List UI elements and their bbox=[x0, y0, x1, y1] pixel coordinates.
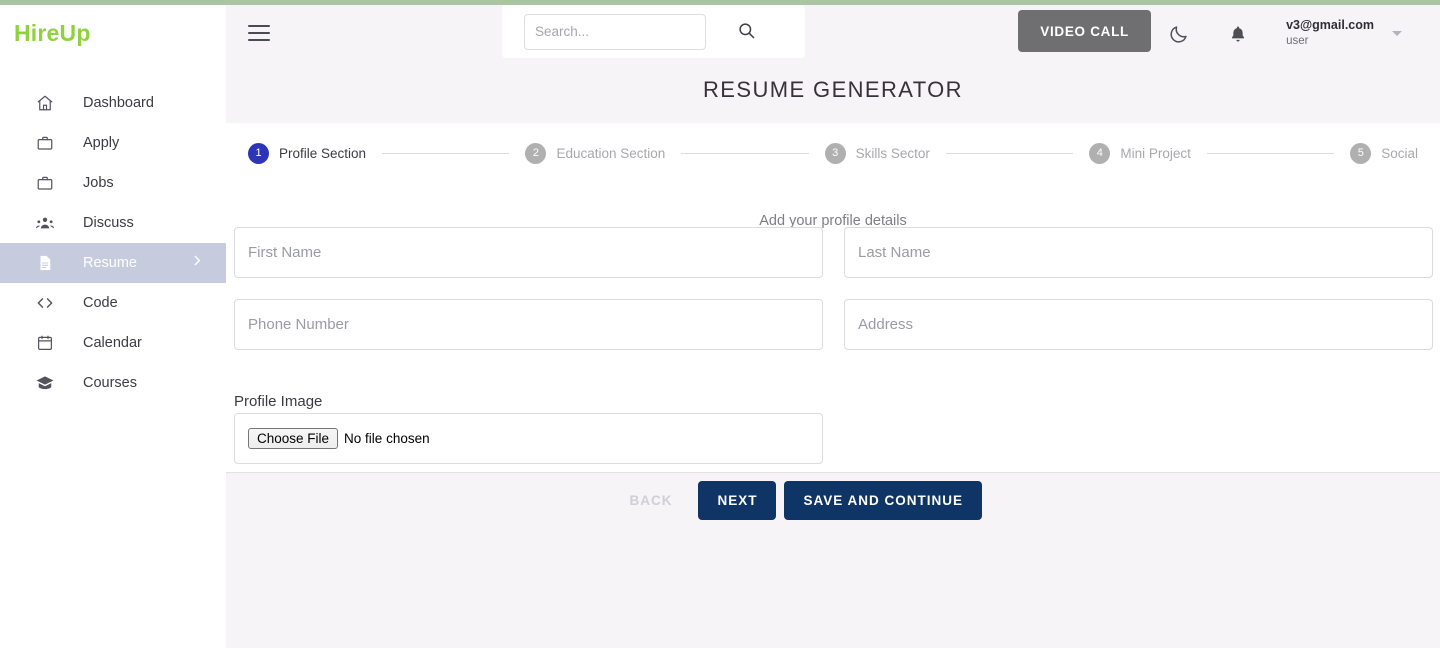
step-number: 1 bbox=[248, 142, 269, 164]
form-row bbox=[234, 227, 1433, 278]
sidebar-item-apply[interactable]: Apply bbox=[0, 123, 226, 163]
brand-logo[interactable]: HireUp bbox=[14, 20, 91, 47]
step-label: Profile Section bbox=[279, 145, 367, 161]
stepper: 1 Profile Section 2 Education Section 3 … bbox=[226, 123, 1440, 183]
stepper-connector bbox=[681, 152, 809, 154]
choose-file-button[interactable]: Choose File bbox=[248, 428, 339, 449]
sidebar: HireUp Dashboard Apply Jobs Discuss Resu… bbox=[0, 0, 226, 648]
form-actions: BACK NEXT SAVE AND CONTINUE bbox=[226, 474, 1440, 526]
chevron-down-icon[interactable] bbox=[1392, 31, 1402, 36]
hamburger-icon[interactable] bbox=[248, 25, 270, 41]
sidebar-item-resume[interactable]: Resume bbox=[0, 243, 226, 283]
briefcase-icon bbox=[34, 172, 56, 194]
user-menu[interactable]: v3@gmail.com user bbox=[1286, 17, 1374, 49]
back-button[interactable]: BACK bbox=[611, 483, 690, 518]
top-header: VIDEO CALL v3@gmail.com user bbox=[226, 5, 1440, 61]
user-role: user bbox=[1286, 35, 1309, 48]
notifications-button[interactable] bbox=[1228, 24, 1248, 47]
step-label: Education Section bbox=[556, 145, 666, 161]
sidebar-item-label: Discuss bbox=[83, 215, 134, 231]
profile-image-label: Profile Image bbox=[234, 393, 323, 410]
calendar-icon bbox=[34, 332, 56, 354]
sidebar-item-label: Calendar bbox=[83, 335, 142, 351]
hamburger-bar bbox=[248, 39, 270, 41]
first-name-input[interactable] bbox=[234, 227, 823, 278]
home-icon bbox=[34, 92, 56, 114]
briefcase-icon bbox=[34, 132, 56, 154]
document-icon bbox=[34, 252, 56, 274]
sidebar-item-calendar[interactable]: Calendar bbox=[0, 323, 226, 363]
sidebar-item-courses[interactable]: Courses bbox=[0, 363, 226, 403]
moon-icon bbox=[1168, 24, 1189, 48]
hamburger-bar bbox=[248, 25, 270, 27]
search-input[interactable] bbox=[524, 13, 706, 50]
step-number: 2 bbox=[525, 142, 547, 164]
stepper-connector bbox=[945, 152, 1074, 154]
step-label: Skills Sector bbox=[855, 145, 930, 161]
stepper-connector bbox=[1206, 152, 1335, 154]
user-email: v3@gmail.com bbox=[1286, 18, 1374, 32]
dark-mode-toggle[interactable] bbox=[1168, 24, 1189, 48]
people-icon bbox=[34, 212, 56, 234]
sidebar-item-label: Resume bbox=[83, 255, 137, 271]
sidebar-item-label: Apply bbox=[83, 135, 120, 151]
profile-form-card: Add your profile details Profile Image C… bbox=[226, 183, 1440, 473]
step-number: 3 bbox=[824, 142, 846, 164]
video-call-button[interactable]: VIDEO CALL bbox=[1018, 10, 1151, 52]
page-title-band: RESUME GENERATOR bbox=[226, 61, 1440, 123]
stepper-connector bbox=[382, 152, 510, 154]
sidebar-nav: Dashboard Apply Jobs Discuss Resume Code… bbox=[0, 83, 226, 403]
file-status-text: No file chosen bbox=[344, 431, 430, 446]
phone-number-input[interactable] bbox=[234, 299, 823, 350]
chevron-right-icon bbox=[190, 254, 204, 273]
address-input[interactable] bbox=[844, 299, 1433, 350]
step-label: Mini Project bbox=[1120, 145, 1191, 161]
sidebar-item-dashboard[interactable]: Dashboard bbox=[0, 83, 226, 123]
search-icon bbox=[737, 21, 756, 43]
save-and-continue-button[interactable]: SAVE AND CONTINUE bbox=[784, 480, 982, 520]
sidebar-item-code[interactable]: Code bbox=[0, 283, 226, 323]
step-number: 4 bbox=[1089, 142, 1111, 164]
stepper-step-education-section[interactable]: 2 Education Section bbox=[525, 142, 666, 164]
last-name-input[interactable] bbox=[844, 227, 1433, 278]
bell-icon bbox=[1228, 24, 1248, 47]
next-button[interactable]: NEXT bbox=[698, 480, 777, 520]
search-button[interactable] bbox=[737, 21, 756, 43]
sidebar-item-label: Dashboard bbox=[83, 95, 154, 111]
step-label: Social bbox=[1381, 145, 1419, 161]
stepper-step-skills-sector[interactable]: 3 Skills Sector bbox=[824, 142, 930, 164]
form-fields bbox=[234, 227, 1433, 371]
profile-image-file-box[interactable]: Choose File No file chosen bbox=[234, 413, 823, 464]
stepper-step-social[interactable]: 5 Social bbox=[1350, 142, 1419, 164]
sidebar-item-label: Code bbox=[83, 295, 118, 311]
file-input[interactable]: Choose File No file chosen bbox=[248, 428, 430, 449]
top-accent-bar bbox=[0, 0, 1440, 5]
sidebar-item-label: Jobs bbox=[83, 175, 114, 191]
search-container bbox=[502, 5, 805, 58]
page-title: RESUME GENERATOR bbox=[703, 77, 963, 102]
hamburger-bar bbox=[248, 32, 270, 34]
graduation-cap-icon bbox=[34, 372, 56, 394]
stepper-step-profile-section[interactable]: 1 Profile Section bbox=[248, 142, 367, 164]
code-icon bbox=[34, 292, 56, 314]
sidebar-item-jobs[interactable]: Jobs bbox=[0, 163, 226, 203]
step-number: 5 bbox=[1350, 142, 1372, 164]
app-root: HireUp Dashboard Apply Jobs Discuss Resu… bbox=[0, 0, 1440, 648]
stepper-step-mini-project[interactable]: 4 Mini Project bbox=[1089, 142, 1191, 164]
form-row bbox=[234, 299, 1433, 350]
sidebar-item-label: Courses bbox=[83, 375, 137, 391]
sidebar-item-discuss[interactable]: Discuss bbox=[0, 203, 226, 243]
